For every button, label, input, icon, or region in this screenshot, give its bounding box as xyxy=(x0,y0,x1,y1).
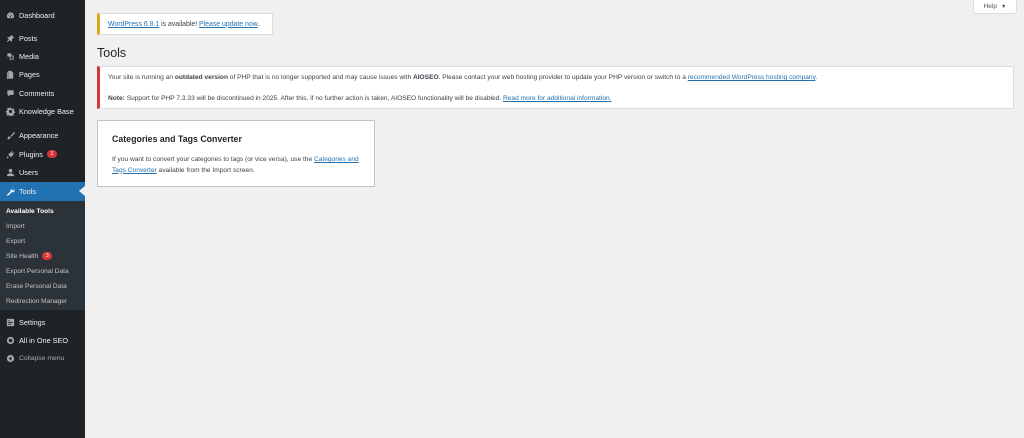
php-notice-line1: Your site is running an outdated version… xyxy=(108,74,817,81)
tools-submenu: Available Tools Import Export Site Healt… xyxy=(0,201,85,310)
collapse-menu-button[interactable]: Collapse menu xyxy=(0,349,85,367)
sidebar-item-dashboard[interactable]: Dashboard xyxy=(0,6,85,24)
aioseo-icon xyxy=(5,335,15,345)
plug-icon xyxy=(5,149,15,159)
sidebar-item-label: All in One SEO xyxy=(19,335,69,345)
submenu-item-available-tools[interactable]: Available Tools xyxy=(6,205,54,217)
categories-tags-converter-card: Categories and Tags Converter If you wan… xyxy=(97,120,375,187)
sidebar-item-appearance[interactable]: Appearance xyxy=(0,126,85,144)
sidebar-item-tools[interactable]: Tools xyxy=(0,182,85,201)
sidebar-item-label: Comments xyxy=(19,88,55,98)
settings-icon xyxy=(5,317,15,327)
card-description: If you want to convert your categories t… xyxy=(112,155,362,176)
brush-icon xyxy=(5,130,15,140)
sidebar-item-label: Users xyxy=(19,167,39,177)
submenu-item-site-health[interactable]: Site Health 3 xyxy=(6,250,53,262)
notice-bold-text: outdated version xyxy=(174,74,228,81)
sidebar-item-label: Settings xyxy=(19,317,46,327)
notice-text: Support for PHP 7.3.33 will be discontin… xyxy=(124,95,503,102)
submenu-item-import[interactable]: Import xyxy=(6,220,25,232)
update-now-link[interactable]: Please update now xyxy=(199,21,258,28)
chevron-down-icon: ▼ xyxy=(1001,3,1007,10)
notice-text: Your site is running an xyxy=(108,74,175,81)
site-health-badge: 3 xyxy=(42,252,53,260)
media-icon xyxy=(5,51,15,61)
pin-icon xyxy=(5,33,15,43)
help-label: Help xyxy=(983,3,998,10)
notice-bold-text: AIOSEO xyxy=(412,74,439,81)
sidebar-item-label: Posts xyxy=(19,33,38,43)
notice-text: . Please contact your web hosting provid… xyxy=(438,74,688,81)
collapse-icon xyxy=(5,353,15,363)
sidebar-item-pages[interactable]: Pages xyxy=(0,65,85,83)
submenu-item-redirection-manager[interactable]: Redirection Manager xyxy=(6,295,67,307)
php-notice-line2: Note: Support for PHP 7.3.33 will be dis… xyxy=(108,95,612,102)
sidebar-item-label: Dashboard xyxy=(19,10,55,20)
update-notice-period: . xyxy=(257,20,260,28)
plugins-update-badge: 1 xyxy=(46,150,57,158)
help-tab-button[interactable]: Help ▼ xyxy=(973,0,1017,14)
sidebar-item-plugins[interactable]: Plugins 1 xyxy=(0,145,85,163)
card-title: Categories and Tags Converter xyxy=(112,134,242,144)
users-icon xyxy=(5,167,15,177)
update-notice-text: is available! xyxy=(159,20,200,28)
page-title: Tools xyxy=(97,46,127,60)
sidebar-item-label: Media xyxy=(19,51,39,61)
wordpress-version-link[interactable]: WordPress 6.8.1 xyxy=(108,21,159,28)
notice-text: of PHP that is no longer supported and m… xyxy=(227,74,413,81)
sidebar-item-posts[interactable]: Posts xyxy=(0,29,85,47)
gear-icon xyxy=(5,106,15,116)
sidebar-item-users[interactable]: Users xyxy=(0,163,85,181)
notice-text: . xyxy=(815,74,818,81)
sidebar-item-label: Plugins xyxy=(19,149,43,159)
sidebar-item-label: Pages xyxy=(19,69,40,79)
dashboard-icon xyxy=(5,10,15,20)
sidebar-item-media[interactable]: Media xyxy=(0,47,85,65)
sidebar-item-comments[interactable]: Comments xyxy=(0,84,85,102)
submenu-item-label: Site Health xyxy=(6,252,39,260)
submenu-item-export-personal-data[interactable]: Export Personal Data xyxy=(6,265,69,277)
sidebar-item-label: Collapse menu xyxy=(19,354,65,362)
notice-bold-text: Note: xyxy=(108,95,125,102)
card-text: available from the Import screen. xyxy=(156,166,255,174)
pages-icon xyxy=(5,69,15,79)
submenu-item-erase-personal-data[interactable]: Erase Personal Data xyxy=(6,280,67,292)
sidebar-item-knowledge-base[interactable]: Knowledge Base xyxy=(0,102,85,120)
sidebar-item-label: Tools xyxy=(19,187,37,196)
wrench-icon xyxy=(5,187,15,197)
sidebar-item-settings[interactable]: Settings xyxy=(0,313,85,331)
sidebar-item-all-in-one-seo[interactable]: All in One SEO xyxy=(0,331,85,349)
update-notice: WordPress 6.8.1 is available! Please upd… xyxy=(97,13,273,35)
admin-sidebar: Dashboard Posts Media Pages Comments Kno… xyxy=(0,0,85,438)
sidebar-item-label: Appearance xyxy=(19,130,59,140)
submenu-item-export[interactable]: Export xyxy=(6,235,25,247)
recommended-hosting-link[interactable]: recommended WordPress hosting company xyxy=(688,74,816,81)
card-text: If you want to convert your categories t… xyxy=(112,156,314,163)
read-more-link[interactable]: Read more for additional information. xyxy=(503,95,612,102)
php-outdated-notice: Your site is running an outdated version… xyxy=(97,66,1014,109)
comment-icon xyxy=(5,88,15,98)
sidebar-item-label: Knowledge Base xyxy=(19,106,74,116)
